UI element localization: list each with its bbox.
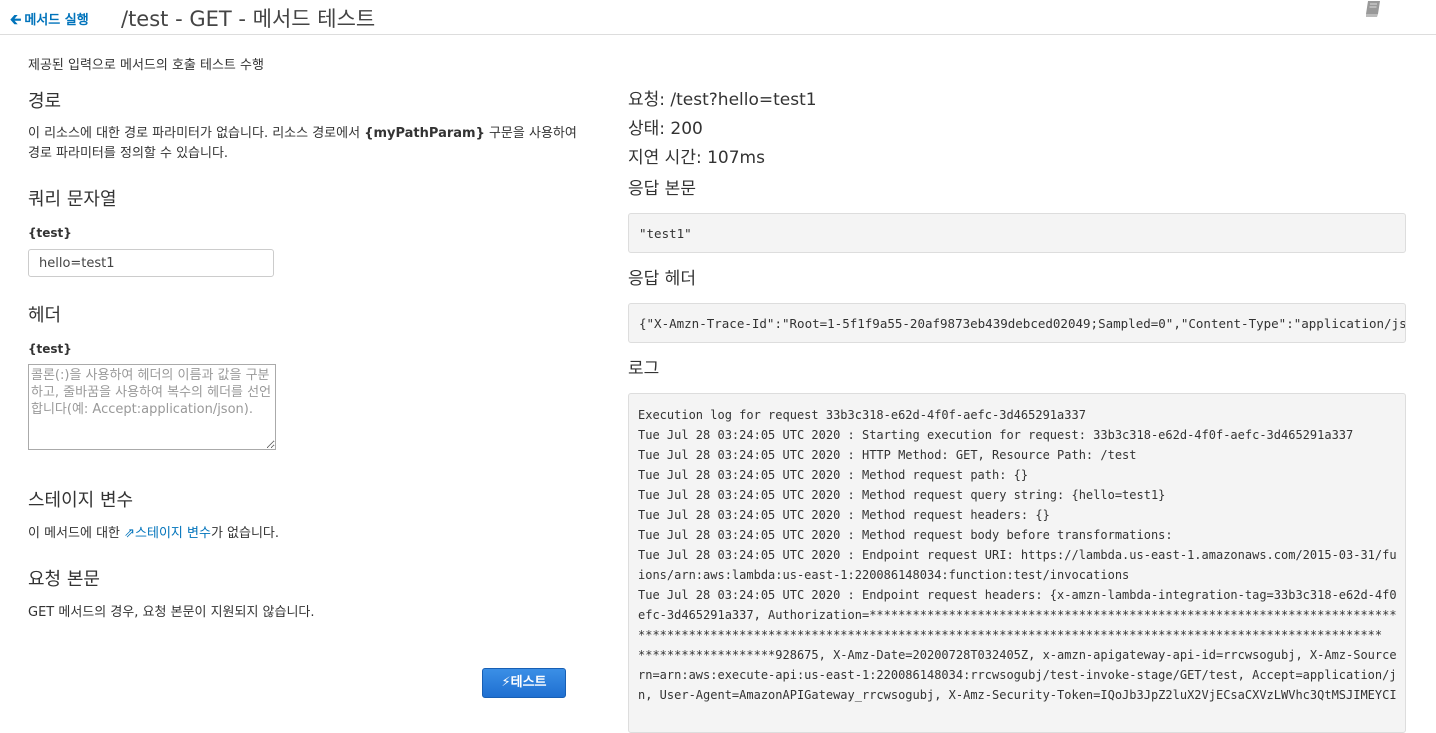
response-headers-heading: 응답 헤더 [628, 269, 696, 289]
headers-param-label: {test} [28, 342, 72, 356]
stage-variables-description: 이 메서드에 대한 ⇗스테이지 변수가 없습니다. [28, 526, 280, 541]
query-param-label: {test} [28, 226, 72, 240]
log-line: Tue Jul 28 03:24:05 UTC 2020 : Endpoint … [638, 548, 1396, 562]
log-line: n, User-Agent=AmazonAPIGateway_rrcwsogub… [638, 688, 1396, 702]
log-line: efc-3d465291a337, Authorization=********… [638, 608, 1396, 622]
back-to-method-execution-link[interactable]: 🡰 메서드 실행 [10, 9, 89, 33]
back-label: 메서드 실행 [24, 13, 89, 28]
page-title: /test - GET - 메서드 테스트 [121, 7, 376, 31]
intro-text: 제공된 입력으로 메서드의 호출 테스트 수행 [28, 58, 264, 73]
headers-heading: 헤더 [28, 305, 62, 326]
external-link-icon: ⇗ [124, 526, 136, 541]
response-body-heading: 응답 본문 [628, 179, 696, 199]
book-icon[interactable] [1364, 0, 1384, 18]
stage-variables-link[interactable]: ⇗스테이지 변수 [124, 526, 211, 541]
log-line: Tue Jul 28 03:24:05 UTC 2020 : Endpoint … [638, 588, 1396, 602]
response-status: 상태: 200 [628, 119, 703, 139]
logs-heading: 로그 [628, 359, 660, 379]
request-body-description: GET 메서드의 경우, 요청 본문이 지원되지 않습니다. [28, 605, 315, 620]
log-line: Tue Jul 28 03:24:05 UTC 2020 : Method re… [638, 508, 1050, 522]
log-line: Tue Jul 28 03:24:05 UTC 2020 : Method re… [638, 468, 1029, 482]
log-line: Tue Jul 28 03:24:05 UTC 2020 : Method re… [638, 488, 1166, 502]
arrow-left-icon: 🡰 [10, 12, 22, 28]
request-body-heading: 요청 본문 [28, 569, 100, 590]
query-string-heading: 쿼리 문자열 [28, 189, 117, 210]
path-description: 이 리소스에 대한 경로 파라미터가 없습니다. 리소스 경로에서 {myPat… [28, 126, 577, 161]
path-heading: 경로 [28, 91, 62, 112]
stage-variables-heading: 스테이지 변수 [28, 490, 134, 511]
log-line: rn=arn:aws:execute-api:us-east-1:2200861… [638, 668, 1396, 682]
logs-box: Execution log for request 33b3c318-e62d-… [628, 393, 1406, 733]
log-line: ****************************************… [638, 628, 1383, 642]
headers-textarea[interactable] [28, 364, 276, 450]
log-line: Tue Jul 28 03:24:05 UTC 2020 : HTTP Meth… [638, 448, 1137, 462]
top-bar: 🡰 메서드 실행 /test - GET - 메서드 테스트 [0, 0, 1436, 35]
log-line: Execution log for request 33b3c318-e62d-… [638, 408, 1086, 422]
query-string-input[interactable] [28, 249, 274, 277]
log-line: Tue Jul 28 03:24:05 UTC 2020 : Method re… [638, 528, 1173, 542]
log-line: Tue Jul 28 03:24:05 UTC 2020 : Starting … [638, 428, 1354, 442]
response-headers-box: {"X-Amzn-Trace-Id":"Root=1-5f1f9a55-20af… [628, 303, 1406, 343]
latency: 지연 시간: 107ms [628, 148, 765, 168]
test-button[interactable]: ⚡테스트 [482, 668, 566, 698]
lightning-icon: ⚡ [501, 675, 511, 690]
log-line: ions/arn:aws:lambda:us-east-1:2200861480… [638, 568, 1130, 582]
request-path: 요청: /test?hello=test1 [628, 90, 817, 110]
response-body-box: "test1" [628, 213, 1406, 253]
log-line: *******************928675, X-Amz-Date=20… [638, 648, 1396, 662]
